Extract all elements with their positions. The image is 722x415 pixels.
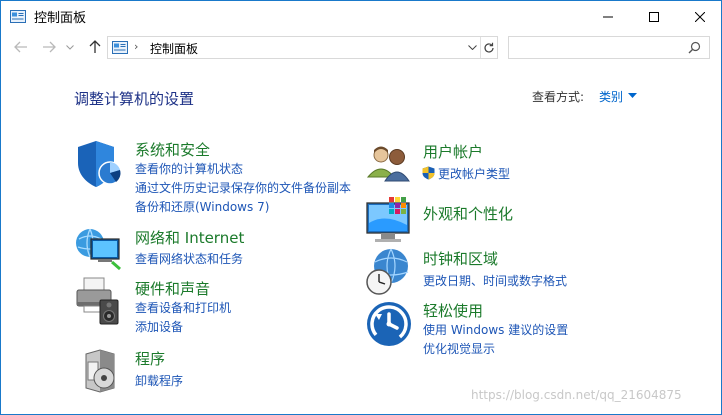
search-input[interactable] (508, 36, 710, 59)
link-optimize-visual-display[interactable]: 优化视觉显示 (423, 340, 495, 357)
refresh-button[interactable] (480, 37, 497, 58)
ease-of-access-icon[interactable] (365, 300, 417, 352)
forward-button[interactable] (39, 37, 59, 57)
minimize-button[interactable] (585, 1, 631, 32)
link-network-status[interactable]: 查看网络状态和任务 (135, 250, 243, 267)
link-uninstall-program[interactable]: 卸载程序 (135, 372, 183, 389)
page-heading: 调整计算机的设置 (74, 90, 195, 108)
arrow-right-icon (43, 41, 56, 53)
shield-icon[interactable] (74, 139, 126, 191)
link-change-account-type[interactable]: 更改帐户类型 (438, 165, 510, 182)
printer-icon[interactable] (74, 276, 126, 328)
category-title[interactable]: 外观和个性化 (423, 203, 513, 224)
navigation-bar: › 控制面板 (0, 31, 722, 63)
close-button[interactable] (677, 1, 722, 32)
back-button[interactable] (11, 37, 31, 57)
category-title[interactable]: 用户帐户 (423, 141, 483, 162)
breadcrumb-separator-icon[interactable]: › (134, 40, 138, 53)
refresh-icon (484, 42, 494, 53)
category-title[interactable]: 时钟和区域 (423, 248, 498, 269)
link-recommended-settings[interactable]: 使用 Windows 建议的设置 (423, 321, 568, 338)
breadcrumb-control-panel[interactable]: 控制面板 (150, 40, 198, 57)
address-bar[interactable]: › 控制面板 (107, 36, 498, 59)
maximize-icon (649, 11, 659, 22)
link-add-device[interactable]: 添加设备 (135, 318, 183, 335)
category-title[interactable]: 硬件和声音 (135, 278, 210, 299)
category-title[interactable]: 程序 (135, 348, 165, 369)
control-panel-icon (112, 41, 128, 54)
appearance-icon[interactable] (365, 195, 417, 247)
view-by-dropdown[interactable]: 类别 (599, 88, 623, 105)
arrow-left-icon (14, 41, 27, 53)
category-title[interactable]: 轻松使用 (423, 300, 483, 321)
view-by-label: 查看方式: (532, 90, 585, 104)
window-title: 控制面板 (34, 11, 87, 26)
minimize-icon (603, 16, 613, 17)
chevron-down-icon (467, 45, 477, 50)
link-backup-restore[interactable]: 备份和还原(Windows 7) (135, 198, 269, 215)
category-title[interactable]: 系统和安全 (135, 139, 210, 160)
link-date-time-format[interactable]: 更改日期、时间或数字格式 (423, 272, 567, 289)
programs-icon[interactable] (82, 348, 134, 400)
clock-globe-icon[interactable] (365, 246, 417, 298)
close-icon (695, 11, 705, 22)
link-file-history-backup[interactable]: 通过文件历史记录保存你的文件备份副本 (135, 179, 351, 196)
content-area: 调整计算机的设置 查看方式: 类别 系统和安全 查看你的计算机状态 通过文件历史… (0, 63, 722, 415)
title-bar[interactable]: 控制面板 (0, 0, 722, 31)
address-history-button[interactable] (465, 39, 479, 56)
recent-locations-button[interactable] (63, 37, 77, 57)
watermark-text: https://blog.csdn.net/qq_21604875 (471, 388, 682, 402)
maximize-button[interactable] (631, 1, 677, 32)
chevron-down-icon (66, 44, 74, 50)
uac-shield-icon (422, 166, 435, 180)
control-panel-icon (10, 10, 26, 23)
category-title[interactable]: 网络和 Internet (135, 227, 244, 248)
arrow-up-icon (89, 40, 101, 53)
up-button[interactable] (85, 37, 105, 57)
link-view-computer-status[interactable]: 查看你的计算机状态 (135, 160, 243, 177)
network-globe-icon[interactable] (74, 221, 126, 273)
users-icon[interactable] (365, 139, 417, 191)
caret-down-icon[interactable] (628, 93, 637, 98)
link-devices-printers[interactable]: 查看设备和打印机 (135, 299, 231, 316)
search-icon (688, 41, 701, 54)
